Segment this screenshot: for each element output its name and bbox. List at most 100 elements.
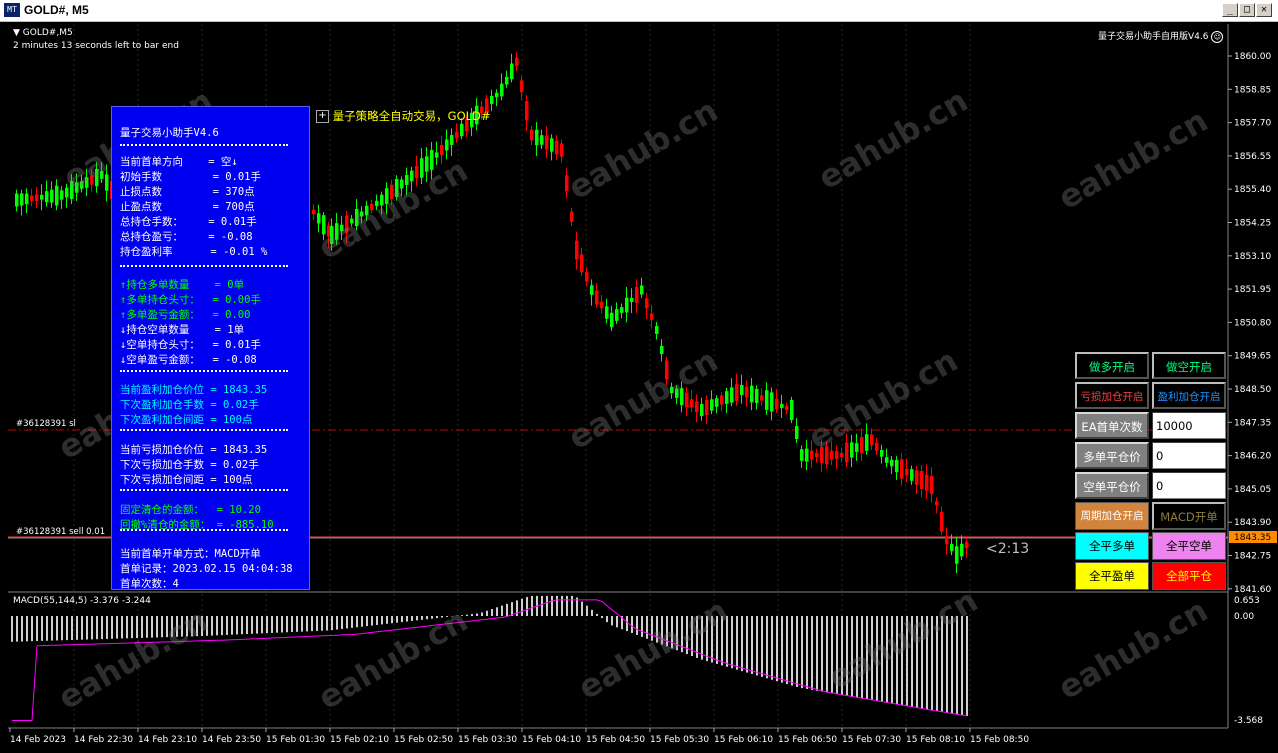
candle-body: [960, 543, 964, 557]
strategy-label[interactable]: + 量子策略全自动交易，GOLD#: [316, 108, 491, 124]
candle-body: [560, 143, 564, 157]
loss-add-button[interactable]: 亏损加仓开启: [1075, 382, 1149, 409]
candle-body: [375, 200, 379, 207]
period-add-button[interactable]: 周期加仓开启: [1075, 502, 1149, 530]
candle-body: [910, 469, 914, 481]
candle-body: [695, 401, 699, 413]
open-long-button[interactable]: 做多开启: [1075, 352, 1149, 379]
profit-add-button[interactable]: 盈利加仓开启: [1152, 382, 1226, 409]
candle-body: [490, 95, 494, 105]
candle-body: [785, 405, 789, 411]
candle-body: [830, 450, 834, 460]
candle-body: [340, 224, 344, 232]
panel-separator: [120, 370, 288, 372]
candle-body: [955, 546, 959, 564]
countdown-label: <2:13: [986, 541, 1030, 557]
candle-body: [565, 175, 569, 192]
macd-open-button[interactable]: MACD开单: [1152, 502, 1226, 530]
short-close-price-input[interactable]: 0: [1152, 472, 1226, 499]
price-tick-label: 1856.55: [1234, 152, 1271, 162]
panel-line: 总持仓盈亏： = -0.08: [120, 231, 253, 243]
candle-body: [660, 345, 664, 355]
panel-line: 首单次数：4: [120, 578, 179, 590]
candle-body: [460, 123, 464, 137]
candle-body: [945, 535, 949, 545]
candle-body: [930, 476, 934, 494]
candle-body: [15, 193, 19, 207]
candle-body: [30, 195, 34, 201]
candle-body: [317, 213, 321, 224]
panel-line: 回撤%清仓的金额： = -885.10: [120, 519, 274, 531]
candle-body: [370, 203, 374, 211]
close-all-button[interactable]: 全部平仓: [1152, 562, 1226, 590]
candle-body: [55, 185, 59, 206]
candle-body: [815, 452, 819, 458]
candle-body: [880, 449, 884, 457]
panel-line: ↑持仓多单数量 = 0单: [120, 279, 245, 291]
panel-line: 当前盈利加仓价位 = 1843.35: [120, 384, 268, 396]
price-tick-label: 1848.50: [1234, 385, 1271, 395]
candle-body: [600, 301, 604, 309]
candle-body: [630, 297, 634, 303]
price-tick-label: 1855.40: [1234, 185, 1271, 195]
panel-line: 固定清仓的金额： = 10.20: [120, 504, 261, 516]
candle-body: [940, 511, 944, 532]
candle-body: [755, 388, 759, 404]
panel-separator: [120, 429, 288, 431]
candle-body: [50, 189, 54, 203]
candle-body: [670, 386, 674, 394]
candle-body: [65, 187, 69, 198]
candle-body: [635, 286, 639, 304]
price-tick-label: 1842.75: [1234, 552, 1271, 562]
symbol-label[interactable]: ▼ GOLD#,M5: [13, 28, 73, 38]
price-tick-label: 1847.35: [1234, 418, 1271, 428]
candle-body: [515, 57, 519, 67]
price-tick-label: 1860.00: [1234, 52, 1271, 62]
macd-tick-label: -3.568: [1234, 716, 1263, 726]
candle-body: [825, 445, 829, 465]
sell-line-label: #36128391 sell 0.01: [16, 527, 106, 537]
price-tick-label: 1845.05: [1234, 485, 1271, 495]
time-tick-label: 15 Feb 08:10: [906, 735, 965, 745]
panel-line: ↑多单持仓头寸： = 0.00手: [120, 294, 261, 306]
candle-body: [725, 391, 729, 404]
close-all-long-button[interactable]: 全平多单: [1075, 532, 1149, 560]
time-tick-label: 15 Feb 02:50: [394, 735, 453, 745]
candle-body: [40, 194, 44, 200]
candle-body: [445, 139, 449, 151]
candle-body: [730, 387, 734, 403]
macd-tick-label: 0.00: [1234, 612, 1254, 622]
candle-body: [790, 400, 794, 420]
price-tick-label: 1846.20: [1234, 452, 1271, 462]
time-tick-label: 14 Feb 23:10: [138, 735, 197, 745]
price-tick-label: 1851.95: [1234, 285, 1271, 295]
close-all-short-button[interactable]: 全平空单: [1152, 532, 1226, 560]
candle-body: [965, 541, 969, 549]
candle-body: [650, 313, 654, 320]
candle-body: [355, 208, 359, 227]
short-close-price-label: 空单平仓价: [1075, 472, 1149, 499]
time-axis: 14 Feb 2023 14 Feb 22:30 14 Feb 23:10 14 Fe…: [9, 728, 1029, 745]
candle-body: [80, 181, 84, 189]
ea-info-panel: 量子交易小助手V4.6 当前首单方向 = 空↓ 初始手数 = 0.01手 止损点数 …: [111, 106, 310, 590]
candle-body: [410, 170, 414, 182]
candle-body: [425, 156, 429, 172]
open-short-button[interactable]: 做空开启: [1152, 352, 1226, 379]
candle-body: [365, 205, 369, 216]
candle-body: [312, 209, 316, 215]
long-close-price-input[interactable]: 0: [1152, 442, 1226, 469]
panel-separator: [120, 144, 288, 146]
candle-body: [90, 175, 94, 185]
candle-body: [740, 384, 744, 396]
candle-body: [385, 188, 389, 204]
ea-count-input[interactable]: 10000: [1152, 412, 1226, 439]
price-tick-label: 1843.90: [1234, 518, 1271, 528]
candle-body: [85, 177, 89, 188]
time-tick-label: 14 Feb 23:50: [202, 735, 261, 745]
time-tick-label: 15 Feb 02:10: [330, 735, 389, 745]
candle-body: [860, 437, 864, 453]
close-profit-button[interactable]: 全平盈单: [1075, 562, 1149, 590]
candle-body: [840, 452, 844, 458]
candle-body: [655, 326, 659, 334]
time-tick-label: 15 Feb 05:30: [650, 735, 709, 745]
